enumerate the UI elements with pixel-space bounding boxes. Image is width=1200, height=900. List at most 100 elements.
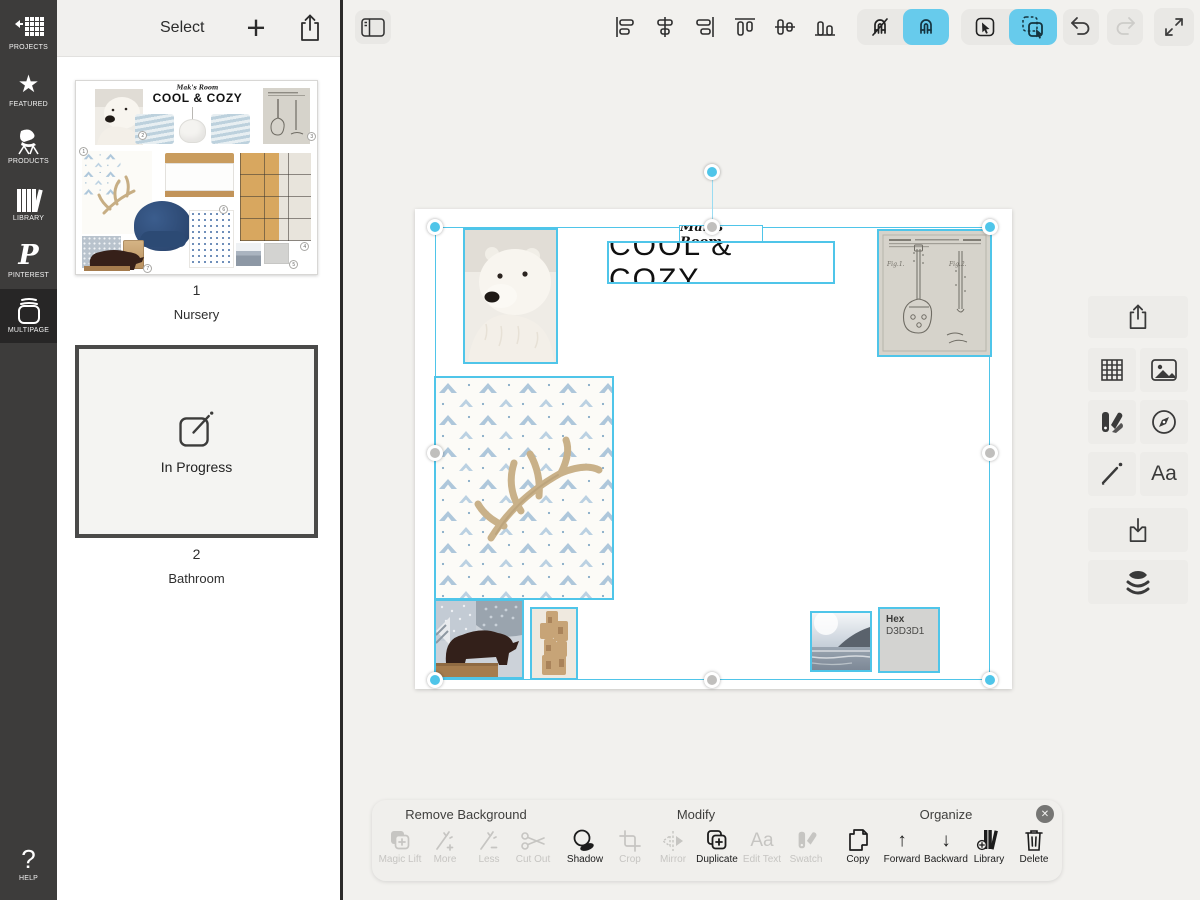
resize-handle-top-left[interactable] <box>427 219 443 235</box>
swatches-icon <box>1099 409 1125 435</box>
resize-handle-bottom-center[interactable] <box>704 672 720 688</box>
books-icon <box>14 186 44 212</box>
share-icon <box>297 13 323 43</box>
library-add-icon <box>976 826 1002 852</box>
text-tool-button[interactable]: Aa <box>1140 452 1188 496</box>
canvas-item-board-title[interactable]: COOL & COZY <box>607 241 835 284</box>
grid-tool-button[interactable] <box>1088 348 1136 392</box>
section-label-organize: Organize <box>920 807 973 822</box>
swatch-value: D3D3D1 <box>886 626 938 637</box>
layers-icon <box>1124 569 1152 595</box>
align-center-horizontal-icon[interactable] <box>653 15 677 39</box>
align-bottom-icon[interactable] <box>813 15 837 39</box>
canvas-item-ocean-photo[interactable] <box>810 611 872 672</box>
swatch-label: Hex <box>886 614 938 626</box>
canvas-item-wood-carving[interactable] <box>530 607 578 680</box>
sidebar-item-projects[interactable]: PROJECTS <box>0 4 57 61</box>
ocean-photo <box>812 613 870 670</box>
context-toolbar: Remove Background Modify Organize ✕ Magi… <box>372 800 1062 881</box>
canvas-item-polar-bear[interactable] <box>463 228 558 364</box>
in-progress-label: In Progress <box>161 459 233 475</box>
canvas-item-bear-sculpture[interactable] <box>434 599 524 679</box>
thumb-badge: 1 <box>79 147 88 156</box>
resize-handle-bottom-right[interactable] <box>982 672 998 688</box>
cut-out-button: Cut Out <box>505 826 561 865</box>
thumb-bear-sculpture <box>84 244 148 271</box>
projects-icon <box>14 15 44 41</box>
resize-handle-top-center[interactable] <box>704 219 720 235</box>
share-button[interactable] <box>293 11 327 45</box>
resize-handle-middle-right[interactable] <box>982 445 998 461</box>
share-icon <box>1126 303 1150 331</box>
thumb-bed <box>165 163 234 191</box>
toggle-sidebar-button[interactable] <box>355 10 391 44</box>
selection-mode-control <box>961 9 1057 45</box>
swatches-tool-button[interactable] <box>1088 400 1136 444</box>
wood-carving-photo <box>532 609 576 678</box>
resize-handle-middle-left[interactable] <box>427 445 443 461</box>
crop-icon <box>619 826 641 852</box>
sidebar-item-label: PROJECTS <box>9 44 48 51</box>
page-thumbnail-nursery[interactable]: Mak's Room COOL & COZY <box>75 80 318 275</box>
sidebar-item-products[interactable]: PRODUCTS <box>0 118 57 175</box>
page-thumbnail-bathroom[interactable]: In Progress <box>75 345 318 538</box>
canvas-item-guitar-patent[interactable]: Fig.1. Fig.2. <box>877 229 992 357</box>
trash-icon <box>1024 826 1044 852</box>
sidebar-item-pinterest[interactable]: P PINTEREST <box>0 232 57 289</box>
sidebar-item-multipage[interactable]: MULTIPAGE <box>0 289 57 343</box>
magnet-on-button[interactable] <box>903 9 949 45</box>
discover-tool-button[interactable] <box>1140 400 1188 444</box>
select-button[interactable]: Select <box>160 19 204 37</box>
help-icon: ? <box>21 846 35 872</box>
section-label-remove-background: Remove Background <box>405 807 526 822</box>
shadow-icon <box>572 826 598 852</box>
sidebar-item-label: MULTIPAGE <box>8 327 49 334</box>
magnet-off-button[interactable] <box>857 9 903 45</box>
close-toolbar-button[interactable]: ✕ <box>1036 805 1054 823</box>
draw-tool-button[interactable] <box>1088 452 1136 496</box>
thumb-badge: 4 <box>300 242 309 251</box>
wand-minus-icon <box>478 826 500 852</box>
undo-button[interactable] <box>1063 9 1099 45</box>
image-tool-button[interactable] <box>1140 348 1188 392</box>
export-button[interactable] <box>1088 296 1188 338</box>
canvas-item-antler-wallpaper[interactable] <box>434 376 614 600</box>
compose-icon <box>177 409 217 449</box>
align-top-icon[interactable] <box>733 15 757 39</box>
align-left-icon[interactable] <box>613 15 637 39</box>
duplicate-icon <box>705 826 729 852</box>
antler-wallpaper-photo <box>436 378 612 598</box>
edit-text-icon: Aa <box>750 826 773 852</box>
scissors-icon <box>520 826 546 852</box>
sidebar-item-label: PRODUCTS <box>8 158 49 165</box>
thumb-rug <box>189 210 234 268</box>
sidebar-item-featured[interactable]: ★ FEATURED <box>0 61 57 118</box>
undo-icon <box>1069 16 1093 38</box>
align-middle-vertical-icon[interactable] <box>773 15 797 39</box>
magnet-on-icon <box>915 16 937 38</box>
svg-text:Fig.2.: Fig.2. <box>948 261 967 268</box>
thumb-ocean-photo <box>236 243 261 266</box>
layers-button[interactable] <box>1088 560 1188 604</box>
magic-lift-icon <box>388 826 412 852</box>
import-button[interactable] <box>1088 508 1188 552</box>
fullscreen-button[interactable] <box>1154 8 1194 46</box>
thumb-badge: 6 <box>219 205 228 214</box>
single-select-button[interactable] <box>961 9 1009 45</box>
delete-button[interactable]: Delete <box>1006 826 1062 865</box>
pencil-icon <box>1099 461 1125 487</box>
sidebar-item-help[interactable]: ? HELP <box>0 835 57 892</box>
canvas-item-hex-swatch[interactable]: Hex D3D3D1 <box>878 607 940 673</box>
sidebar-item-label: FEATURED <box>9 101 48 108</box>
add-page-button[interactable]: + <box>237 9 275 47</box>
single-select-icon <box>974 16 996 38</box>
thumb-badge: 3 <box>307 132 316 141</box>
resize-handle-bottom-left[interactable] <box>427 672 443 688</box>
multi-select-button[interactable] <box>1009 9 1057 45</box>
resize-handle-top-right[interactable] <box>982 219 998 235</box>
redo-button <box>1107 9 1143 45</box>
page-name: Nursery <box>75 307 318 322</box>
rotation-handle[interactable] <box>704 164 720 180</box>
align-right-icon[interactable] <box>693 15 717 39</box>
sidebar-item-library[interactable]: LIBRARY <box>0 175 57 232</box>
